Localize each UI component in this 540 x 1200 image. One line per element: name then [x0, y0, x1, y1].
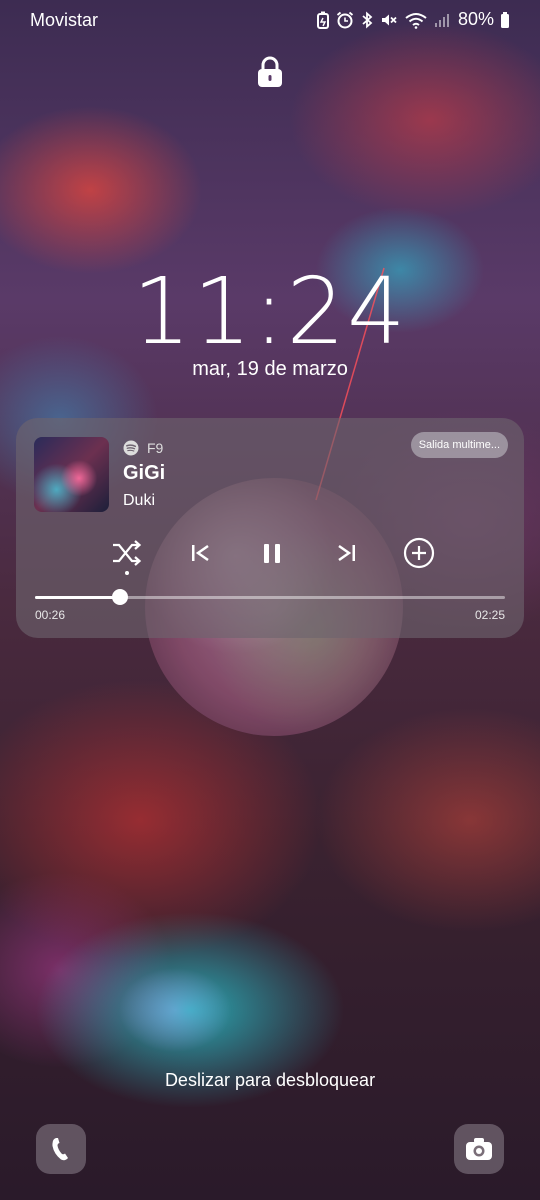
battery-saver-icon: [316, 11, 329, 29]
media-player-card[interactable]: F9 GiGi Duki Salida multime... 00:26 02:…: [16, 418, 524, 638]
battery-percentage: 80%: [457, 9, 494, 29]
total-time: 02:25: [474, 608, 505, 622]
wifi-icon: [405, 12, 427, 29]
media-controls: [16, 537, 524, 575]
camera-shortcut[interactable]: [454, 1124, 504, 1174]
progress-thumb[interactable]: [111, 589, 128, 605]
phone-icon: [52, 1138, 68, 1161]
progress-bar[interactable]: [35, 589, 505, 605]
spotify-icon: [123, 440, 139, 456]
elapsed-time: 00:26: [35, 608, 66, 622]
add-icon[interactable]: [402, 537, 436, 571]
shuffle-icon[interactable]: [110, 537, 144, 577]
carrier-name: Movistar: [30, 10, 99, 30]
clock-date: mar, 19 de marzo: [192, 358, 348, 380]
status-bar: Movistar 80%: [0, 0, 540, 40]
pause-icon[interactable]: [260, 537, 284, 571]
mute-icon: [381, 14, 397, 25]
status-icons: 80%: [316, 9, 510, 30]
media-source-row: F9: [123, 440, 163, 456]
alarm-icon: [336, 11, 354, 28]
song-title: GiGi: [123, 462, 166, 484]
song-artist: Duki: [123, 492, 156, 509]
battery-icon: [501, 11, 509, 28]
album-art[interactable]: [34, 437, 109, 512]
progress-fill: [35, 596, 120, 599]
unlock-hint: Deslizar para desbloquear: [164, 1070, 376, 1090]
camera-icon: [466, 1138, 492, 1160]
signal-icon: [434, 13, 449, 27]
playback-device: F9: [147, 440, 164, 456]
clock-time: 11:24: [132, 258, 408, 365]
previous-icon[interactable]: [189, 537, 213, 571]
media-output-button[interactable]: Salida multime...: [410, 432, 508, 458]
next-icon[interactable]: [334, 537, 358, 571]
lock-icon[interactable]: [257, 56, 283, 88]
bluetooth-icon: [362, 11, 373, 28]
phone-shortcut[interactable]: [36, 1124, 86, 1174]
